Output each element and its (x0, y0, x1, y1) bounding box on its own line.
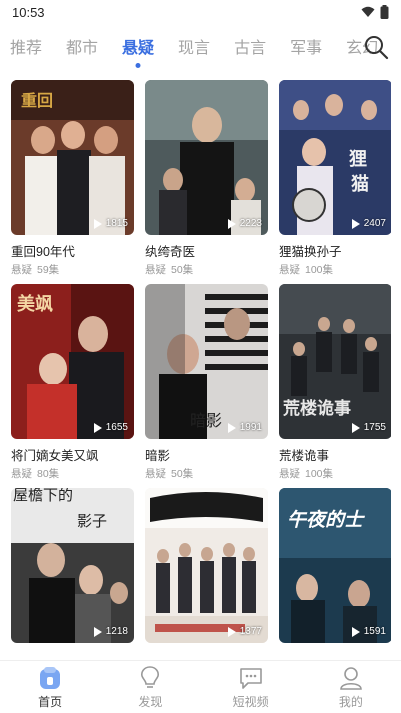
drama-card[interactable]: 美飒 1655 将门嫡女美又飒 悬疑 80集 (11, 284, 134, 480)
drama-card[interactable]: 屋檐下的 影子 1218 (11, 488, 134, 660)
drama-title: 将门嫡女美又飒 (11, 449, 99, 462)
play-count: 1218 (93, 626, 128, 637)
play-icon (227, 422, 236, 433)
nav-profile-label: 我的 (338, 694, 363, 709)
drama-title: 纨绔奇医 (145, 245, 196, 258)
drama-episodes: 50集 (171, 264, 194, 276)
svg-text:午夜的士: 午夜的士 (287, 509, 365, 531)
drama-title: 狸猫换孙子 (279, 245, 342, 258)
tab-city[interactable]: 都市 (66, 34, 98, 58)
play-count: 1755 (351, 422, 386, 433)
play-count: 1815 (93, 218, 128, 229)
drama-episodes: 59集 (37, 264, 60, 276)
drama-title (279, 649, 391, 660)
nav-home[interactable]: 首页 (15, 665, 85, 710)
poster-image[interactable]: 暗影 1991 (145, 284, 268, 439)
chat-video-icon (239, 667, 262, 689)
drama-title (11, 649, 134, 660)
status-icons (361, 5, 389, 19)
tab-suspense[interactable]: 悬疑 (122, 34, 154, 58)
drama-episodes: 80集 (37, 468, 60, 480)
play-count: 1655 (93, 422, 128, 433)
play-icon (351, 626, 360, 637)
drama-title: 重回90年代 (11, 245, 75, 258)
user-icon (340, 666, 362, 690)
nav-profile[interactable]: 我的 (316, 665, 386, 710)
drama-episodes: 100集 (305, 264, 334, 276)
nav-home-label: 首页 (38, 694, 63, 709)
play-count: 2407 (351, 218, 386, 229)
poster-image[interactable]: 屋檐下的 影子 1218 (11, 488, 134, 643)
bulb-icon (141, 665, 160, 688)
nav-short-video[interactable]: 短视频 (216, 665, 286, 710)
drama-genre: 悬疑 (11, 264, 32, 276)
nav-discover-label: 发现 (138, 694, 163, 709)
poster-image[interactable]: 2223 (145, 80, 268, 235)
status-bar: 10:53 (0, 0, 401, 24)
svg-text:猫: 猫 (351, 173, 369, 195)
wifi-icon (361, 6, 375, 17)
drama-title (145, 649, 268, 660)
play-icon (351, 422, 360, 433)
svg-text:荒楼诡事: 荒楼诡事 (282, 398, 351, 419)
tab-ancient-romance[interactable]: 古言 (234, 34, 266, 58)
drama-card[interactable]: 重回 1815 重回90年代 悬疑 59集 (11, 80, 134, 276)
drama-genre: 悬疑 (279, 468, 300, 480)
drama-meta: 悬疑 100集 (279, 466, 391, 480)
play-icon (227, 218, 236, 229)
drama-episodes: 100集 (305, 468, 334, 480)
status-time: 10:53 (12, 4, 45, 20)
drama-card[interactable]: 1377 (145, 488, 268, 660)
drama-meta: 悬疑 59集 (11, 262, 134, 276)
drama-meta: 悬疑 50集 (145, 466, 268, 480)
svg-text:重回: 重回 (21, 91, 53, 110)
drama-meta: 悬疑 100集 (279, 262, 391, 276)
nav-short-video-label: 短视频 (232, 694, 269, 709)
svg-text:美飒: 美飒 (17, 293, 53, 315)
play-icon (93, 422, 102, 433)
tab-modern-romance[interactable]: 现言 (178, 34, 210, 58)
tab-military[interactable]: 军事 (290, 34, 322, 58)
play-icon (93, 626, 102, 637)
drama-grid: 重回 1815 重回90年代 悬疑 59集 2223 纨绔奇医 悬疑 50集 狸… (11, 80, 391, 660)
drama-card[interactable]: 荒楼诡事 1755 荒楼诡事 悬疑 100集 (279, 284, 391, 480)
play-icon (227, 626, 236, 637)
play-icon (351, 218, 360, 229)
poster-image[interactable]: 美飒 1655 (11, 284, 134, 439)
play-count: 1991 (227, 422, 262, 433)
svg-text:暗影: 暗影 (190, 411, 222, 430)
drama-meta: 悬疑 80集 (11, 466, 134, 480)
play-icon (93, 218, 102, 229)
drama-card[interactable]: 狸 猫 2407 狸猫换孙子 悬疑 100集 (279, 80, 391, 276)
bottom-nav: 首页 发现 短视频 我的 (0, 660, 401, 713)
play-count: 1377 (227, 626, 262, 637)
nav-discover[interactable]: 发现 (115, 665, 185, 710)
play-count: 2223 (227, 218, 262, 229)
category-tabs: 推荐 都市 悬疑 现言 古言 军事 玄幻 (0, 24, 401, 68)
svg-text:狸: 狸 (349, 148, 367, 170)
search-icon[interactable] (363, 34, 389, 60)
svg-text:屋檐下的: 屋檐下的 (13, 488, 73, 504)
play-count: 1591 (351, 626, 386, 637)
drama-genre: 悬疑 (145, 264, 166, 276)
poster-image[interactable]: 1377 (145, 488, 268, 643)
tab-recommend[interactable]: 推荐 (10, 34, 42, 58)
poster-image[interactable]: 荒楼诡事 1755 (279, 284, 391, 439)
battery-icon (380, 5, 389, 19)
drama-genre: 悬疑 (11, 468, 32, 480)
drama-card[interactable]: 暗影 1991 暗影 悬疑 50集 (145, 284, 268, 480)
drama-episodes: 50集 (171, 468, 194, 480)
drama-card[interactable]: 午夜的士 1591 (279, 488, 391, 660)
drama-genre: 悬疑 (145, 468, 166, 480)
drama-meta: 悬疑 50集 (145, 262, 268, 276)
poster-image[interactable]: 狸 猫 2407 (279, 80, 391, 235)
drama-genre: 悬疑 (279, 264, 300, 276)
poster-image[interactable]: 午夜的士 1591 (279, 488, 391, 643)
home-icon (40, 666, 61, 689)
drama-title: 暗影 (145, 449, 171, 462)
svg-text:影子: 影子 (77, 512, 107, 530)
drama-card[interactable]: 2223 纨绔奇医 悬疑 50集 (145, 80, 268, 276)
poster-image[interactable]: 重回 1815 (11, 80, 134, 235)
drama-title: 荒楼诡事 (279, 449, 330, 462)
